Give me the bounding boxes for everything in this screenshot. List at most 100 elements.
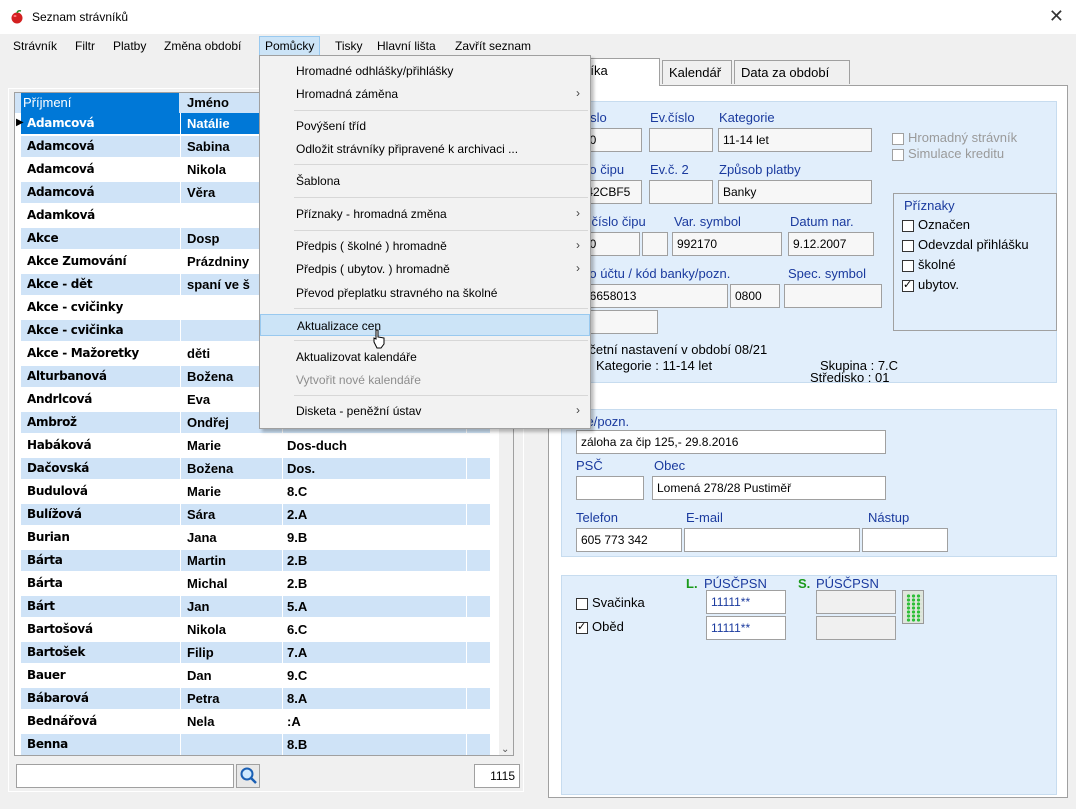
column-header-name[interactable]: Jméno: [187, 95, 229, 110]
table-row[interactable]: Burian Jana 9.B: [15, 527, 501, 548]
table-row[interactable]: Dačovská Božena Dos.: [15, 458, 501, 479]
menu-zmena-obdobi[interactable]: Změna období: [161, 38, 244, 54]
cell-surname: Habáková: [27, 438, 92, 452]
checkbox-obed[interactable]: [576, 620, 588, 634]
table-row[interactable]: Bárta Michal 2.B: [15, 573, 501, 594]
menu-item-priznaky[interactable]: Příznaky - hromadná změna ›: [260, 203, 590, 225]
field-email[interactable]: [684, 528, 860, 552]
checkbox-oznacen[interactable]: [902, 220, 914, 232]
menu-stravnik[interactable]: Strávník: [10, 38, 60, 54]
field-varsym[interactable]: 992170: [672, 232, 782, 256]
cell-class: 6.C: [287, 622, 308, 637]
checkbox-skolne[interactable]: [902, 260, 914, 272]
menu-platby[interactable]: Platby: [110, 38, 149, 54]
current-row-marker-icon: ▶: [16, 117, 24, 128]
tab-data-za-obdobi[interactable]: Data za období: [734, 60, 850, 84]
cell-name: Nikola: [187, 622, 227, 637]
apple-icon: [11, 10, 23, 24]
field-svacinka-s[interactable]: [816, 590, 896, 614]
scroll-down-icon[interactable]: ⌄: [501, 744, 509, 755]
field-obed-code[interactable]: 11111**: [706, 616, 786, 640]
field-obec[interactable]: Lomená 278/28 Pustiměř: [652, 476, 886, 500]
field-zpusob[interactable]: Banky: [718, 180, 872, 204]
flags-box: Příznaky Označen Odevzdal přihlášku škol…: [893, 193, 1057, 331]
menu-zavrit-seznam[interactable]: Zavřít seznam: [452, 38, 534, 54]
menu-tisky[interactable]: Tisky: [332, 38, 366, 54]
menu-filtr[interactable]: Filtr: [72, 38, 98, 54]
pomucky-dropdown: Hromadné odhlášky/přihlášky Hromadná zám…: [259, 55, 591, 429]
field-ev2[interactable]: [649, 180, 713, 204]
field-obed-s[interactable]: [816, 616, 896, 640]
cell-name: Jana: [187, 530, 217, 545]
checkbox-svacinka[interactable]: [576, 598, 588, 610]
column-header-surname[interactable]: Příjmení: [21, 93, 179, 113]
magnifier-icon: [240, 767, 257, 784]
field-varcip-small[interactable]: [642, 232, 668, 256]
cell-class: 9.C: [287, 668, 308, 683]
menu-item-aktualizovat-kalendare[interactable]: Aktualizovat kalendáře: [260, 346, 590, 368]
cell-surname: Akce - Mažoretky: [27, 346, 139, 360]
field-nastup[interactable]: [862, 528, 948, 552]
menu-item-odlozit[interactable]: Odložit strávníky připravené k archivaci…: [260, 138, 590, 160]
grid-dots-icon[interactable]: [902, 590, 924, 624]
field-evcislo[interactable]: [649, 128, 713, 152]
table-row[interactable]: Habáková Marie Dos-duch: [15, 435, 501, 456]
cell-name: Michal: [187, 576, 228, 591]
cell-name: Božena: [187, 461, 234, 476]
table-row[interactable]: Bulížová Sára 2.A: [15, 504, 501, 525]
table-row[interactable]: Bábarová Petra 8.A: [15, 688, 501, 709]
field-banka[interactable]: 0800: [730, 284, 780, 308]
cell-class: 2.B: [287, 576, 308, 591]
label-ucet: slo účtu / kód banky/pozn.: [580, 266, 731, 281]
menu-item-sablona[interactable]: Šablona: [260, 170, 590, 192]
menu-item-prevod[interactable]: Převod přeplatku stravného na školné: [260, 282, 590, 304]
field-spec[interactable]: [784, 284, 882, 308]
tab-kalendar[interactable]: Kalendář: [662, 60, 732, 84]
search-input[interactable]: [16, 764, 234, 788]
menu-pomucky[interactable]: Pomůcky: [259, 36, 321, 56]
checkbox-hromadny[interactable]: [892, 133, 904, 145]
detail-area: číslo Ev.číslo Kategorie 70 11-14 let Hr…: [548, 58, 1068, 798]
field-telefon[interactable]: 605 773 342: [576, 528, 682, 552]
cell-name: Marie: [187, 484, 221, 499]
label-spec: Spec. symbol: [788, 266, 867, 281]
table-row[interactable]: Bartošová Nikola 6.C: [15, 619, 501, 640]
search-button[interactable]: [236, 764, 260, 788]
menu-item-predpis-skolne[interactable]: Předpis ( školné ) hromadně ›: [260, 235, 590, 257]
cell-surname: Akce: [27, 231, 59, 245]
field-datum[interactable]: 9.12.2007: [788, 232, 874, 256]
label-zpusob: Způsob platby: [719, 162, 801, 177]
cell-surname: Adamcová: [27, 139, 95, 153]
cell-class: Dos.: [287, 461, 316, 476]
cell-surname: Bednářová: [27, 714, 97, 728]
table-row[interactable]: Bartošek Filip 7.A: [15, 642, 501, 663]
menu-item-aktualizace-cen[interactable]: Aktualizace cen: [260, 314, 590, 336]
field-kategorie[interactable]: 11-14 let: [718, 128, 872, 152]
menu-item-hromadna-zamena[interactable]: Hromadná záměna ›: [260, 83, 590, 105]
checkbox-ubytov[interactable]: [902, 278, 914, 292]
label-odevzdal: Odevzdal přihlášku: [918, 237, 1029, 252]
menu-item-disketa[interactable]: Disketa - peněžní ústav ›: [260, 400, 590, 422]
table-row[interactable]: Benna 8.B: [15, 734, 501, 755]
close-icon[interactable]: ✕: [1049, 6, 1064, 27]
field-ucet[interactable]: 46658013: [578, 284, 728, 308]
table-row[interactable]: Bárt Jan 5.A: [15, 596, 501, 617]
meals-section: L. PÚSČPSN S. PÚSČPSN Svačinka 11111** O…: [561, 575, 1057, 795]
checkbox-simulace[interactable]: [892, 149, 904, 161]
field-pozn[interactable]: záloha za čip 125,- 29.8.2016: [576, 430, 886, 454]
label-obec: Obec: [654, 458, 686, 473]
checkbox-odevzdal[interactable]: [902, 240, 914, 252]
table-row[interactable]: Budulová Marie 8.C: [15, 481, 501, 502]
menu-item-predpis-ubytov[interactable]: Předpis ( ubytov. ) hromadně ›: [260, 258, 590, 280]
field-svacinka-code[interactable]: 11111**: [706, 590, 786, 614]
label-evcislo: Ev.číslo: [650, 110, 695, 125]
cell-surname: Andrlcová: [27, 392, 93, 406]
menu-item-hromadne-odhlasky[interactable]: Hromadné odhlášky/přihlášky: [260, 60, 590, 82]
field-psc[interactable]: [576, 476, 644, 500]
menu-item-povyseni-trid[interactable]: Povýšení tříd: [260, 115, 590, 137]
table-row[interactable]: Bednářová Nela:A: [15, 711, 501, 732]
cell-surname: Akce - cvičinka: [27, 323, 124, 337]
table-row[interactable]: Bárta Martin 2.B: [15, 550, 501, 571]
menu-hlavni-lista[interactable]: Hlavní lišta: [374, 38, 439, 54]
table-row[interactable]: Bauer Dan 9.C: [15, 665, 501, 686]
